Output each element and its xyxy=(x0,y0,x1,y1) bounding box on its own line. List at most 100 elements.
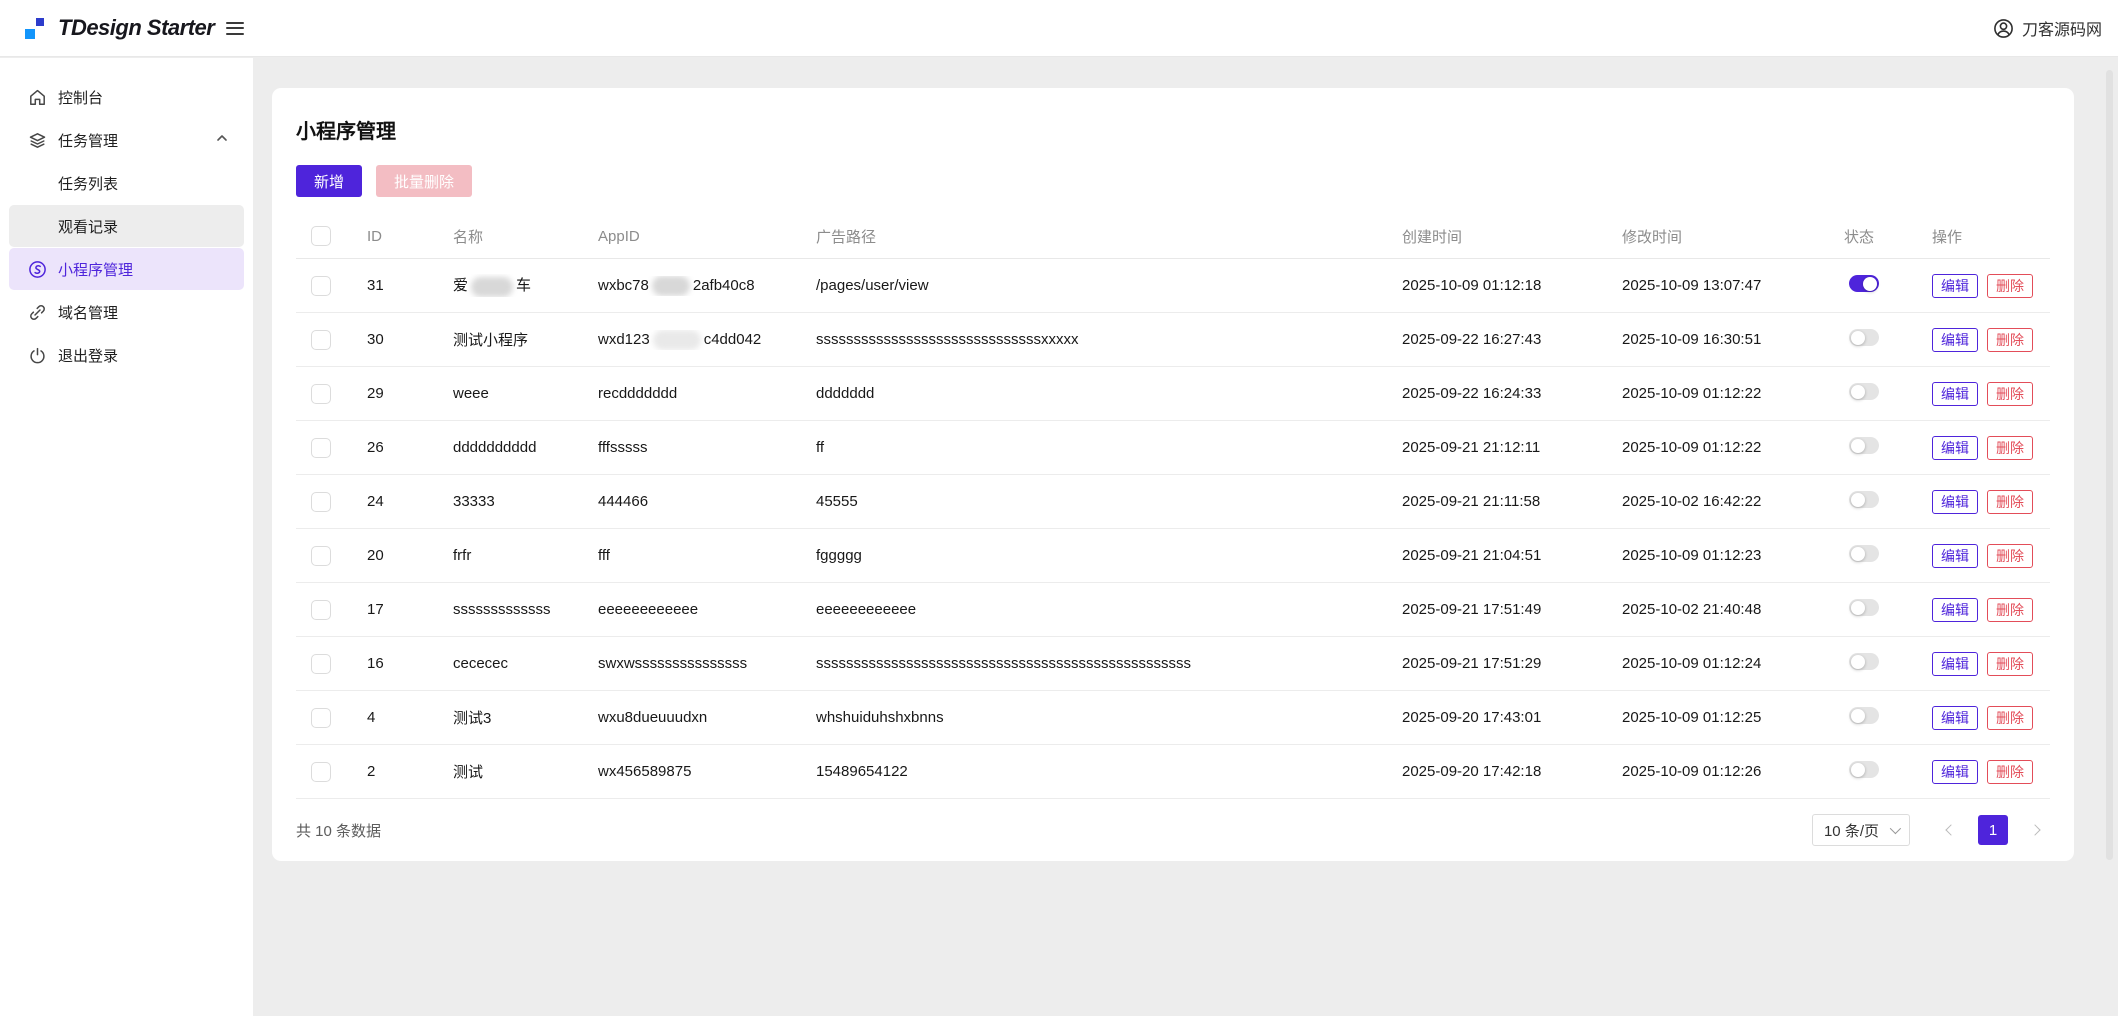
edit-button[interactable]: 编辑 xyxy=(1932,759,1978,784)
blurred-text xyxy=(651,275,690,296)
row-checkbox[interactable] xyxy=(311,491,331,512)
cell-modified-time: 2025-10-09 13:07:47 xyxy=(1622,277,1762,294)
user-menu[interactable]: 刀客源码网 xyxy=(1993,16,2102,40)
row-checkbox[interactable] xyxy=(311,275,331,296)
cell-appid: wx456589875 xyxy=(598,763,692,780)
tdesign-logo-icon xyxy=(25,15,45,42)
cell-id: 31 xyxy=(367,277,384,294)
cell-appid: 444466 xyxy=(598,493,649,510)
sidebar-item-task-list[interactable]: 任务列表 xyxy=(9,162,244,204)
page-title: 小程序管理 xyxy=(296,121,396,143)
delete-button[interactable]: 删除 xyxy=(1987,327,2033,352)
cell-id: 17 xyxy=(367,601,384,618)
delete-button[interactable]: 删除 xyxy=(1987,435,2033,460)
status-toggle[interactable] xyxy=(1849,329,1879,346)
status-toggle[interactable] xyxy=(1849,275,1879,292)
toolbar: 新增 批量删除 xyxy=(296,165,2050,197)
batch-delete-button[interactable]: 批量删除 xyxy=(376,165,473,197)
edit-button[interactable]: 编辑 xyxy=(1932,705,1978,730)
home-icon xyxy=(28,88,47,107)
sidebar-item-miniprogram-management[interactable]: 小程序管理 xyxy=(9,248,244,290)
edit-button[interactable]: 编辑 xyxy=(1932,381,1978,406)
status-toggle[interactable] xyxy=(1849,599,1879,616)
table-header: ID 名称 AppID 广告路径 创建时间 修改时间 状态 操作 xyxy=(296,214,2050,259)
page-scrollbar[interactable] xyxy=(2106,70,2113,860)
status-toggle[interactable] xyxy=(1849,761,1879,778)
status-toggle[interactable] xyxy=(1849,653,1879,670)
row-checkbox[interactable] xyxy=(311,437,331,458)
edit-button[interactable]: 编辑 xyxy=(1932,435,1978,460)
col-adpath: 广告路径 xyxy=(816,228,877,246)
status-toggle[interactable] xyxy=(1849,383,1879,400)
app-logo[interactable]: TDesign Starter xyxy=(25,15,215,42)
miniprogram-card: 小程序管理 新增 批量删除 ID 名称 AppID 广告路径 创建时间 修改时间… xyxy=(272,88,2074,861)
table-footer: 共 10 条数据 10 条/页 1 xyxy=(296,799,2050,861)
table-row: 17 sssssssssssss eeeeeeeeeeee eeeeeeeeee… xyxy=(296,583,2050,637)
row-checkbox[interactable] xyxy=(311,329,331,350)
cell-adpath: fggggg xyxy=(816,547,862,564)
cell-id: 26 xyxy=(367,439,384,456)
sidebar-item-logout[interactable]: 退出登录 xyxy=(9,334,244,376)
edit-button[interactable]: 编辑 xyxy=(1932,543,1978,568)
table-row: 24 33333 444466 45555 2025-09-21 21:11:5… xyxy=(296,475,2050,529)
next-page-button[interactable] xyxy=(2020,815,2050,845)
status-toggle[interactable] xyxy=(1849,707,1879,724)
row-checkbox[interactable] xyxy=(311,545,331,566)
col-created: 创建时间 xyxy=(1402,228,1463,246)
select-all-checkbox[interactable] xyxy=(311,226,331,246)
table-body: 31 爱车 wxbc78 2afb40c8 /pages/user/view 20… xyxy=(296,259,2050,799)
cell-name: frfr xyxy=(453,547,472,564)
cell-modified-time: 2025-10-09 01:12:22 xyxy=(1622,385,1762,402)
layers-icon xyxy=(28,131,47,150)
row-checkbox[interactable] xyxy=(311,599,331,620)
cell-adpath: whshuiduhshxbnns xyxy=(816,709,944,726)
cell-id: 30 xyxy=(367,331,384,348)
sidebar-item-task-management[interactable]: 任务管理 xyxy=(9,119,244,161)
cell-appid: fffsssss xyxy=(598,439,648,456)
status-toggle[interactable] xyxy=(1849,437,1879,454)
edit-button[interactable]: 编辑 xyxy=(1932,597,1978,622)
edit-button[interactable]: 编辑 xyxy=(1932,273,1978,298)
edit-button[interactable]: 编辑 xyxy=(1932,327,1978,352)
delete-button[interactable]: 删除 xyxy=(1987,759,2033,784)
table-row: 16 cececec swxwsssssssssssssss sssssssss… xyxy=(296,637,2050,691)
delete-button[interactable]: 删除 xyxy=(1987,381,2033,406)
table-row: 30 测试小程序 wxd123 c4dd042 sssssssssssssssss… xyxy=(296,313,2050,367)
delete-button[interactable]: 删除 xyxy=(1987,705,2033,730)
chevron-left-icon xyxy=(1945,824,1957,836)
prev-page-button[interactable] xyxy=(1936,815,1966,845)
sidebar-item-watch-records[interactable]: 观看记录 xyxy=(9,205,244,247)
table-row: 29 weee recddddddd ddddddd 2025-09-22 16… xyxy=(296,367,2050,421)
current-page-button[interactable]: 1 xyxy=(1978,815,2008,845)
menu-collapse-icon[interactable] xyxy=(226,18,245,39)
page-size-select[interactable]: 10 条/页 xyxy=(1811,814,1910,846)
delete-button[interactable]: 删除 xyxy=(1987,597,2033,622)
delete-button[interactable]: 删除 xyxy=(1987,273,2033,298)
delete-button[interactable]: 删除 xyxy=(1987,489,2033,514)
table-row: 26 dddddddddd fffsssss ff 2025-09-21 21:… xyxy=(296,421,2050,475)
status-toggle[interactable] xyxy=(1849,491,1879,508)
cell-modified-time: 2025-10-09 01:12:25 xyxy=(1622,709,1762,726)
table-row: 31 爱车 wxbc78 2afb40c8 /pages/user/view 20… xyxy=(296,259,2050,313)
cell-modified-time: 2025-10-09 01:12:26 xyxy=(1622,763,1762,780)
cell-modified-time: 2025-10-09 16:30:51 xyxy=(1622,331,1762,348)
miniprogram-icon xyxy=(28,260,47,279)
sidebar-item-console[interactable]: 控制台 xyxy=(9,76,244,118)
chevron-right-icon xyxy=(2029,824,2041,836)
row-checkbox[interactable] xyxy=(311,383,331,404)
sidebar-item-domain-management[interactable]: 域名管理 xyxy=(9,291,244,333)
cell-appid: wxbc78 2afb40c8 xyxy=(583,275,801,296)
delete-button[interactable]: 删除 xyxy=(1987,543,2033,568)
row-checkbox[interactable] xyxy=(311,761,331,782)
delete-button[interactable]: 删除 xyxy=(1987,651,2033,676)
cell-modified-time: 2025-10-02 16:42:22 xyxy=(1622,493,1762,510)
add-button[interactable]: 新增 xyxy=(296,165,363,197)
row-checkbox[interactable] xyxy=(311,653,331,674)
edit-button[interactable]: 编辑 xyxy=(1932,651,1978,676)
cell-id: 24 xyxy=(367,493,384,510)
app-header: TDesign Starter 刀客源码网 xyxy=(0,0,2118,57)
edit-button[interactable]: 编辑 xyxy=(1932,489,1978,514)
row-checkbox[interactable] xyxy=(311,707,331,728)
power-icon xyxy=(28,346,47,365)
status-toggle[interactable] xyxy=(1849,545,1879,562)
